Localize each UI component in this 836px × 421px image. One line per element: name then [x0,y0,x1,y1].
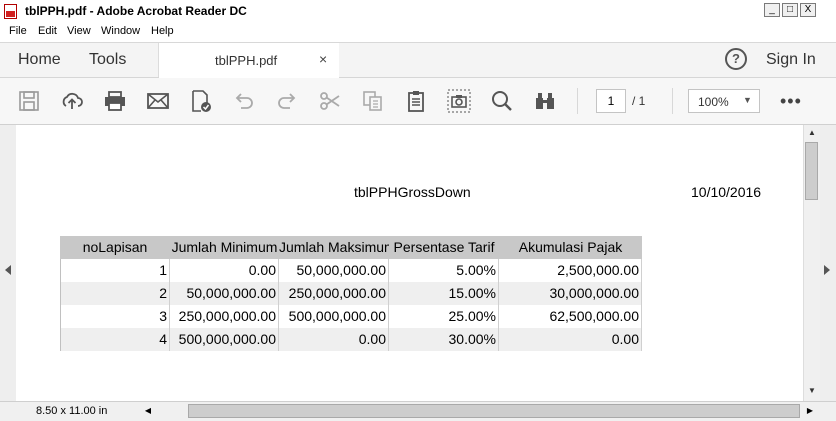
expand-right-panel-icon[interactable] [824,265,830,275]
scrollbar-thumb[interactable] [805,142,818,200]
table-cell: 5.00% [389,259,499,282]
document-viewport: ▲ ▼ tblPPHGrossDown 10/10/2016 noLapisan… [0,125,836,401]
table-cell: 2 [60,282,170,305]
table-cell: 0.00 [499,328,642,351]
chevron-down-icon: ▼ [743,95,752,105]
email-icon[interactable] [146,89,170,113]
column-header: Persentase Tarif [389,236,499,259]
scrollbar-thumb[interactable] [188,404,800,418]
right-panel-toggle[interactable] [818,125,836,401]
home-tab[interactable]: Home [18,51,61,69]
redo-icon[interactable] [275,89,299,113]
close-tab-icon[interactable]: × [319,51,327,67]
scroll-right-icon[interactable]: ▶ [802,403,818,419]
zoom-value: 100% [698,95,729,109]
table-cell: 250,000,000.00 [279,282,389,305]
column-header: Jumlah Minimum [170,236,279,259]
table-cell: 1 [60,259,170,282]
print-icon[interactable] [103,89,127,113]
paste-icon[interactable] [404,89,428,113]
scroll-up-icon[interactable]: ▲ [804,125,820,141]
column-header: Akumulasi Pajak [499,236,642,259]
toolbar-divider [577,88,578,114]
table-cell: 15.00% [389,282,499,305]
table-cell: 500,000,000.00 [279,305,389,328]
table-cell: 30.00% [389,328,499,351]
help-icon[interactable]: ? [725,48,747,70]
menu-file[interactable]: File [9,25,27,37]
document-tab[interactable]: tblPPH.pdf × [159,43,339,78]
copy-icon[interactable] [361,89,385,113]
column-header: noLapisan [60,236,170,259]
toolbar: 1 / 1 100% ▼ ••• [0,78,836,125]
table-cell: 0.00 [170,259,279,282]
maximize-button[interactable]: □ [782,3,798,17]
table-cell: 50,000,000.00 [279,259,389,282]
tools-tab[interactable]: Tools [89,51,126,69]
table-cell: 500,000,000.00 [170,328,279,351]
convert-icon[interactable] [189,89,213,113]
vertical-scrollbar[interactable]: ▲ ▼ [803,125,820,401]
document-tab-label: tblPPH.pdf [215,53,278,68]
expand-left-panel-icon[interactable] [5,265,11,275]
close-button[interactable]: X [800,3,816,17]
page-total: / 1 [632,94,646,108]
table-cell: 50,000,000.00 [170,282,279,305]
scroll-down-icon[interactable]: ▼ [804,383,820,399]
upload-icon[interactable] [60,89,84,113]
left-panel-toggle[interactable] [0,125,16,401]
toolbar-divider [672,88,673,114]
read-mode-icon[interactable] [533,89,557,113]
more-tools-icon[interactable]: ••• [780,91,802,112]
horizontal-scrollbar[interactable]: ◀ ▶ [140,403,820,419]
window-title: tblPPH.pdf - Adobe Acrobat Reader DC [25,4,247,18]
table-cell: 30,000,000.00 [499,282,642,305]
page-number-input[interactable]: 1 [596,89,626,113]
menu-bar: File Edit View Window Help [0,22,836,43]
table-cell: 0.00 [279,328,389,351]
menu-help[interactable]: Help [151,25,174,37]
table-cell: 4 [60,328,170,351]
undo-icon[interactable] [232,89,256,113]
save-icon[interactable] [17,89,41,113]
table-cell: 3 [60,305,170,328]
scroll-left-icon[interactable]: ◀ [140,403,156,419]
table-cell: 250,000,000.00 [170,305,279,328]
title-bar: tblPPH.pdf - Adobe Acrobat Reader DC _ □… [0,0,836,23]
menu-view[interactable]: View [67,25,91,37]
acrobat-pdf-icon [4,4,17,19]
table-cell: 62,500,000.00 [499,305,642,328]
minimize-button[interactable]: _ [764,3,780,17]
column-header: Jumlah Maksimum [279,236,389,259]
zoom-select[interactable]: 100% ▼ [688,89,760,113]
report-date: 10/10/2016 [691,184,762,200]
page-size-label: 8.50 x 11.00 in [36,405,108,417]
report-title: tblPPHGrossDown [354,184,471,200]
table-cell: 2,500,000.00 [499,259,642,282]
sign-in-link[interactable]: Sign In [766,51,816,69]
table-cell: 25.00% [389,305,499,328]
menu-edit[interactable]: Edit [38,25,57,37]
menu-window[interactable]: Window [101,25,140,37]
nav-bar: Home Tools tblPPH.pdf × ? Sign In [0,43,836,78]
cut-icon[interactable] [318,89,342,113]
snapshot-icon[interactable] [447,89,471,113]
status-bar: 8.50 x 11.00 in ◀ ▶ [0,401,836,421]
search-icon[interactable] [490,89,514,113]
